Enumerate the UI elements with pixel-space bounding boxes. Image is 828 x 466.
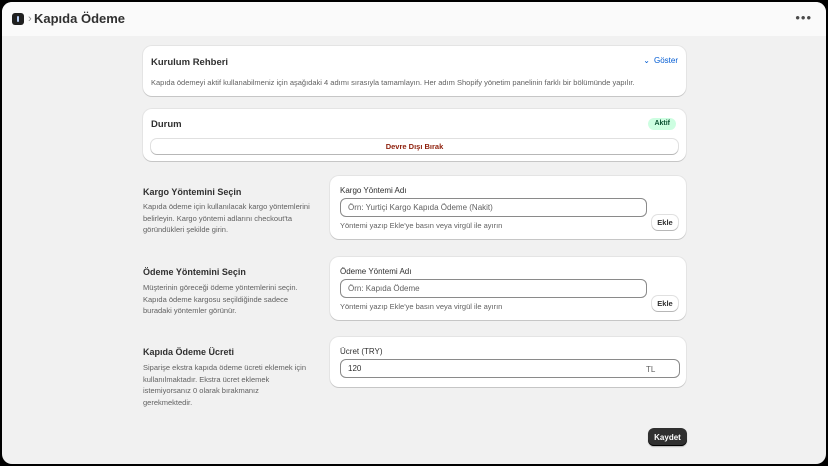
- show-guide-label: Göster: [653, 56, 678, 65]
- shipping-method-label: Kargo Yöntemi Adı: [340, 186, 407, 195]
- status-title: Durum: [151, 119, 182, 130]
- status-badge: Aktif: [648, 118, 676, 130]
- page-title: Kapıda Ödeme: [34, 11, 126, 26]
- setup-guide-card: Kurulum Rehberi ⌄ Göster Kapıda ödemeyi …: [143, 46, 686, 96]
- payment-section-title: Ödeme Yöntemini Seçin: [143, 267, 246, 277]
- more-actions-icon[interactable]: •••: [795, 10, 812, 26]
- save-button[interactable]: Kaydet: [648, 428, 687, 446]
- fee-label: Ücret (TRY): [340, 347, 383, 356]
- fee-card: Ücret (TRY) 120 TL: [330, 337, 686, 387]
- fee-input[interactable]: 120: [340, 359, 680, 378]
- payment-section-description: Müşterinin göreceği ödeme yöntemlerini s…: [143, 283, 298, 315]
- setup-guide-title: Kurulum Rehberi: [151, 57, 229, 68]
- status-card: Durum Aktif Devre Dışı Bırak: [143, 109, 686, 161]
- payment-method-help: Yöntemi yazıp Ekle'ye basın veya virgül …: [340, 302, 503, 311]
- chevron-down-icon: ⌄: [643, 55, 650, 65]
- show-guide-button[interactable]: ⌄ Göster: [643, 56, 678, 65]
- shipping-section-description: Kapıda ödeme için kullanılacak kargo yön…: [143, 202, 310, 234]
- payment-method-input[interactable]: Örn: Kapıda Ödeme: [340, 279, 647, 298]
- breadcrumb-separator-icon: ›: [28, 13, 32, 25]
- shipping-section-title: Kargo Yöntemini Seçin: [143, 187, 242, 197]
- payment-method-label: Ödeme Yöntemi Adı: [340, 267, 412, 276]
- fee-section-title: Kapıda Ödeme Ücreti: [143, 347, 235, 357]
- shipping-method-help: Yöntemi yazıp Ekle'ye basın veya virgül …: [340, 221, 503, 230]
- setup-guide-description: Kapıda ödemeyi aktif kullanabilmeniz içi…: [151, 78, 635, 87]
- shipping-method-card: Kargo Yöntemi Adı Örn: Yurtiçi Kargo Kap…: [330, 176, 686, 239]
- disable-button[interactable]: Devre Dışı Bırak: [151, 139, 678, 154]
- payment-method-card: Ödeme Yöntemi Adı Örn: Kapıda Ödeme Ekle…: [330, 257, 686, 320]
- fee-currency-suffix: TL: [646, 365, 656, 374]
- app-frame: › Kapıda Ödeme ••• Kurulum Rehberi ⌄ Gös…: [2, 2, 826, 464]
- app-logo-icon: [12, 13, 24, 25]
- shipping-method-input[interactable]: Örn: Yurtiçi Kargo Kapıda Ödeme (Nakit): [340, 198, 647, 217]
- add-payment-method-button[interactable]: Ekle: [652, 296, 678, 311]
- fee-section-description: Siparişe ekstra kapıda ödeme ücreti ekle…: [143, 363, 306, 407]
- top-bar: › Kapıda Ödeme •••: [2, 2, 826, 36]
- add-shipping-method-button[interactable]: Ekle: [652, 215, 678, 230]
